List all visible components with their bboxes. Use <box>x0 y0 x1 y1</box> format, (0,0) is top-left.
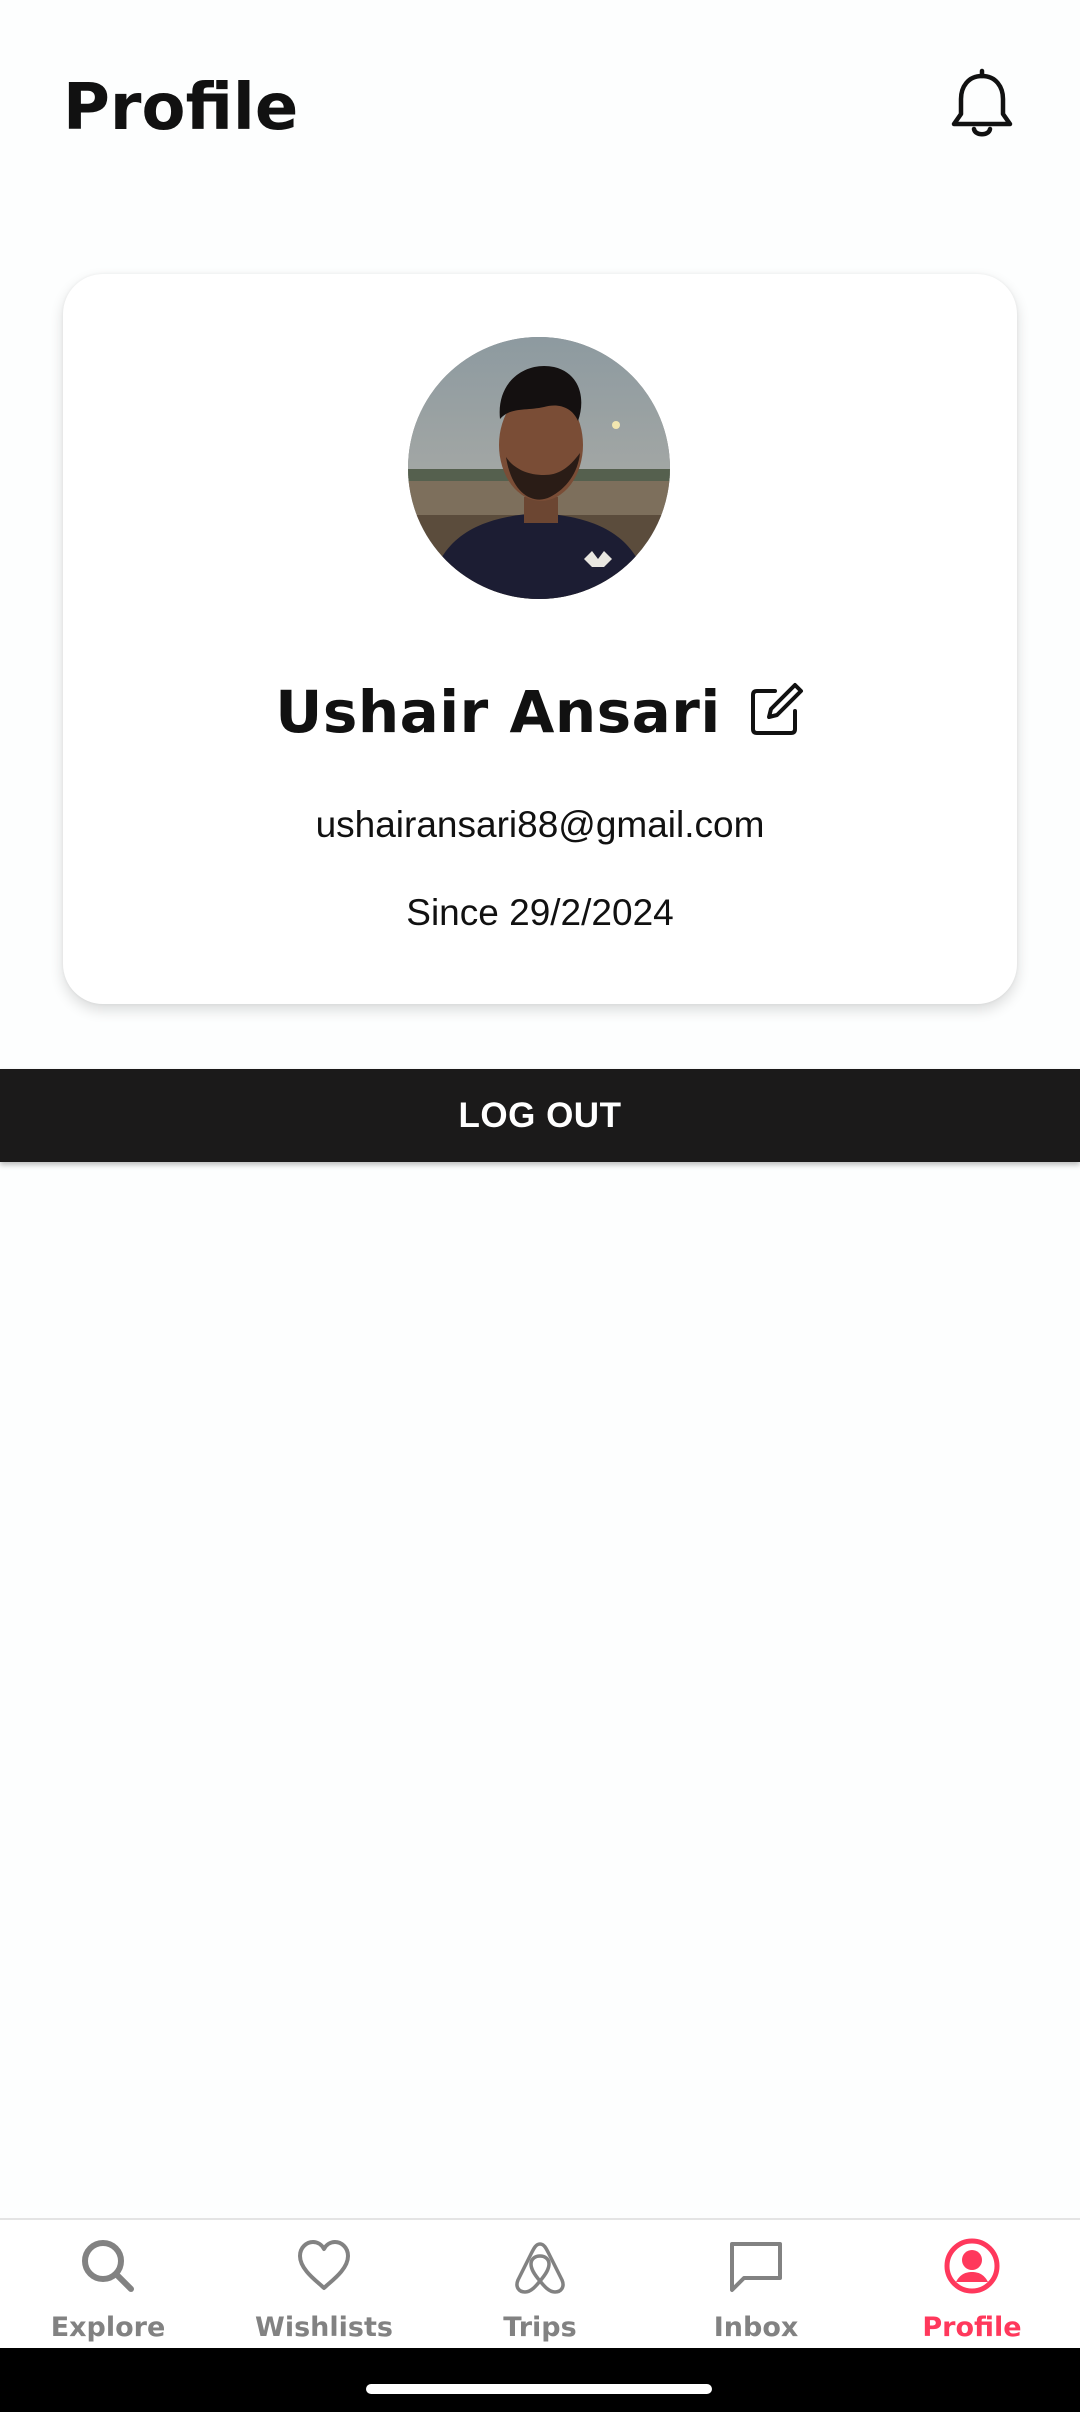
nav-wishlists[interactable]: Wishlists <box>216 2220 432 2350</box>
profile-screen: Profile Ushair Ansari ushairansari88@gma… <box>0 0 1080 2412</box>
bell-icon[interactable] <box>946 68 1018 144</box>
system-navigation-bar <box>0 2348 1080 2412</box>
page-title: Profile <box>63 71 299 145</box>
avatar[interactable] <box>408 337 670 599</box>
message-icon <box>730 2242 782 2292</box>
airbnb-icon <box>515 2242 565 2294</box>
edit-icon[interactable] <box>747 681 805 739</box>
nav-profile[interactable]: Profile <box>864 2220 1080 2350</box>
member-since: Since 29/2/2024 <box>406 892 674 933</box>
nav-explore[interactable]: Explore <box>0 2220 216 2350</box>
nav-label-trips: Trips <box>503 2312 577 2343</box>
nav-label-explore: Explore <box>50 2312 166 2343</box>
profile-email: ushairansari88@gmail.com <box>315 804 765 845</box>
logout-button[interactable]: LOG OUT <box>0 1069 1080 1162</box>
heart-icon <box>298 2240 350 2290</box>
nav-trips[interactable]: Trips <box>432 2220 648 2350</box>
nav-label-wishlists: Wishlists <box>255 2312 393 2343</box>
bottom-navigation: Explore Wishlists Trips Inbox Profile <box>0 2218 1080 2350</box>
user-circle-icon <box>944 2238 1000 2294</box>
header: Profile <box>0 0 1080 220</box>
profile-card: Ushair Ansari ushairansari88@gmail.com S… <box>63 274 1017 1004</box>
search-icon <box>82 2240 134 2292</box>
nav-label-inbox: Inbox <box>713 2312 799 2343</box>
nav-label-profile: Profile <box>922 2312 1022 2343</box>
name-row: Ushair Ansari <box>63 662 1017 762</box>
profile-photo <box>408 337 670 599</box>
profile-name: Ushair Ansari <box>275 678 721 746</box>
home-indicator[interactable] <box>366 2384 712 2394</box>
nav-inbox[interactable]: Inbox <box>648 2220 864 2350</box>
